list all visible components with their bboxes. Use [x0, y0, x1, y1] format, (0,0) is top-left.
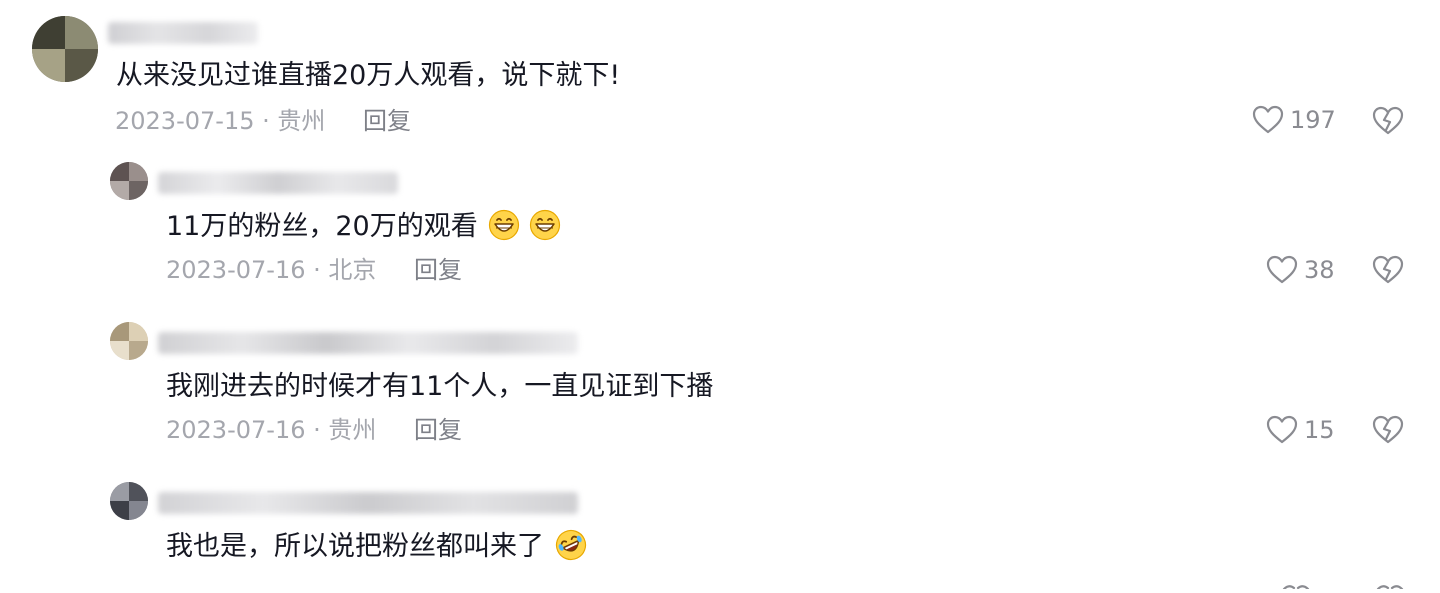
username-blurred[interactable]	[158, 492, 578, 514]
like-button[interactable]: 197	[1252, 105, 1336, 135]
heart-outline-icon	[1252, 105, 1284, 134]
comment-text: 我也是，所以说把粉丝都叫来了	[166, 529, 587, 565]
reply-button[interactable]: 回复	[414, 416, 462, 444]
meta-separator: ·	[313, 256, 321, 284]
comment-date: 2023-07-15	[115, 107, 255, 135]
dislike-button[interactable]	[1372, 255, 1404, 289]
dislike-button[interactable]	[1372, 106, 1404, 140]
heart-outline-icon	[1282, 585, 1310, 591]
heart-outline-icon	[1266, 415, 1298, 444]
username-blurred[interactable]	[158, 172, 398, 194]
broken-heart-icon	[1376, 585, 1404, 591]
grin-emoji	[529, 209, 561, 241]
comment-meta: 2023-07-16 · 贵州 回复	[166, 415, 462, 445]
comment-text-content: 11万的粉丝，20万的观看	[166, 211, 478, 242]
like-button[interactable]: 15	[1266, 415, 1335, 445]
like-count: 197	[1290, 106, 1336, 134]
broken-heart-icon	[1372, 255, 1404, 284]
broken-heart-icon	[1372, 106, 1404, 135]
reply-button[interactable]: 回复	[363, 107, 411, 135]
rofl-emoji	[555, 529, 586, 561]
reply-button[interactable]: 回复	[414, 256, 462, 284]
comment-text: 11万的粉丝，20万的观看	[166, 209, 561, 245]
comment-meta: 2023-07-16 · 北京 回复	[166, 255, 462, 285]
dislike-button-partial[interactable]	[1374, 574, 1406, 593]
comment-text-content: 我也是，所以说把粉丝都叫来了	[166, 531, 544, 562]
reply-item: 我也是，所以说把粉丝都叫来了	[0, 470, 1440, 591]
reply-item: 我刚进去的时候才有11个人，一直见证到下播 2023-07-16 · 贵州 回复…	[0, 310, 1440, 460]
avatar[interactable]	[32, 16, 98, 82]
heart-outline-icon	[1266, 255, 1298, 284]
reply-item: 11万的粉丝，20万的观看 2023-07-16 · 北京 回复 38	[0, 150, 1440, 300]
comment-item: 从来没见过谁直播20万人观看，说下就下! 2023-07-15 · 贵州 回复 …	[0, 0, 1440, 145]
comment-text-content: 我刚进去的时候才有11个人，一直见证到下播	[166, 371, 714, 402]
comment-text-content: 从来没见过谁直播20万人观看，说下就下!	[116, 60, 621, 91]
username-blurred[interactable]	[158, 332, 578, 354]
meta-separator: ·	[262, 107, 270, 135]
comment-text: 我刚进去的时候才有11个人，一直见证到下播	[166, 369, 713, 405]
meta-separator: ·	[313, 416, 321, 444]
broken-heart-icon	[1372, 415, 1404, 444]
comment-location: 贵州	[328, 416, 377, 444]
avatar[interactable]	[110, 162, 148, 200]
grin-emoji	[489, 209, 520, 241]
comment-location: 贵州	[277, 107, 326, 135]
like-count: 38	[1304, 256, 1335, 284]
avatar[interactable]	[110, 482, 148, 520]
avatar[interactable]	[110, 322, 148, 360]
dislike-button[interactable]	[1372, 415, 1404, 449]
like-button[interactable]: 38	[1266, 255, 1335, 285]
comment-text: 从来没见过谁直播20万人观看，说下就下!	[116, 58, 620, 94]
like-button-partial[interactable]	[1280, 574, 1312, 593]
like-count: 15	[1304, 416, 1335, 444]
comment-location: 北京	[328, 256, 377, 284]
comment-date: 2023-07-16	[166, 416, 306, 444]
username-blurred[interactable]	[108, 22, 258, 44]
comment-meta: 2023-07-15 · 贵州 回复	[115, 106, 411, 136]
comment-date: 2023-07-16	[166, 256, 306, 284]
